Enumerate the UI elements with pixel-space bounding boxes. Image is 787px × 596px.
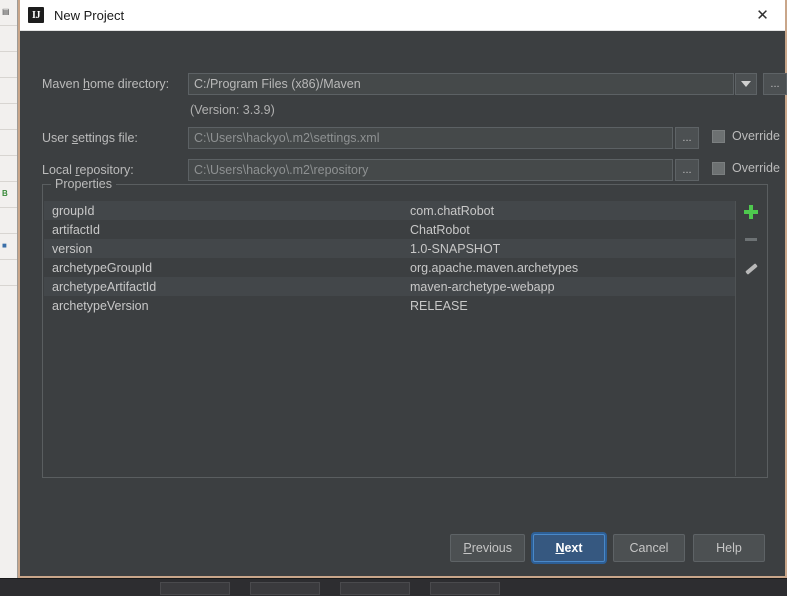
- maven-version-note: (Version: 3.3.9): [190, 103, 275, 117]
- maven-home-directory-input[interactable]: C:/Program Files (x86)/Maven: [188, 73, 734, 95]
- background-row: [0, 52, 17, 78]
- property-value-cell: 1.0-SNAPSHOT: [410, 242, 735, 256]
- close-icon[interactable]: ✕: [740, 0, 785, 30]
- properties-group-box: Properties groupIdcom.chatRobotartifactI…: [42, 184, 768, 478]
- table-row[interactable]: version1.0-SNAPSHOT: [44, 239, 735, 258]
- pencil-icon[interactable]: [743, 258, 759, 274]
- help-button[interactable]: Help: [693, 534, 765, 562]
- background-row: [0, 104, 17, 130]
- table-row[interactable]: archetypeVersionRELEASE: [44, 296, 735, 315]
- taskbar-item: [250, 582, 320, 595]
- background-mark-icon: B: [2, 188, 13, 199]
- property-value-cell: com.chatRobot: [410, 204, 735, 218]
- property-key-cell: archetypeVersion: [44, 299, 410, 313]
- background-row: ■: [0, 234, 17, 260]
- user-settings-browse-button[interactable]: ...: [675, 127, 699, 149]
- user-settings-override-checkbox[interactable]: Override: [712, 129, 780, 143]
- chevron-down-icon: [741, 81, 751, 87]
- checkbox-icon: [712, 162, 725, 175]
- cancel-button[interactable]: Cancel: [613, 534, 685, 562]
- taskbar-item: [340, 582, 410, 595]
- user-settings-file-row: User settings file:: [42, 127, 138, 149]
- local-repository-input[interactable]: C:\Users\hackyo\.m2\repository: [188, 159, 673, 181]
- user-settings-file-input[interactable]: C:\Users\hackyo\.m2\settings.xml: [188, 127, 673, 149]
- user-settings-override-label: Override: [732, 129, 780, 143]
- new-project-dialog: IJ New Project ✕ Maven home directory: C…: [18, 0, 787, 578]
- maven-home-directory-row: Maven home directory:: [42, 73, 169, 95]
- properties-group-label: Properties: [51, 177, 116, 191]
- next-button[interactable]: Next: [533, 534, 605, 562]
- properties-table[interactable]: groupIdcom.chatRobotartifactIdChatRobotv…: [44, 201, 736, 476]
- background-row: [0, 156, 17, 182]
- background-row: [0, 130, 17, 156]
- background-row: B: [0, 182, 17, 208]
- previous-button[interactable]: Previous: [450, 534, 525, 562]
- background-row: [0, 26, 17, 52]
- background-mark-icon: ■: [2, 240, 13, 251]
- maven-home-directory-label: Maven home directory:: [42, 77, 169, 91]
- properties-table-wrapper: groupIdcom.chatRobotartifactIdChatRobotv…: [44, 201, 766, 476]
- background-mark-icon: ▤: [2, 6, 13, 17]
- property-key-cell: version: [44, 242, 410, 256]
- property-key-cell: archetypeGroupId: [44, 261, 410, 275]
- property-value-cell: RELEASE: [410, 299, 735, 313]
- dialog-button-bar: Previous Next Cancel Help: [450, 534, 765, 562]
- property-key-cell: archetypeArtifactId: [44, 280, 410, 294]
- taskbar-item: [160, 582, 230, 595]
- maven-home-dropdown-button[interactable]: [735, 73, 757, 95]
- property-key-cell: artifactId: [44, 223, 410, 237]
- taskbar-item: [430, 582, 500, 595]
- dialog-title-bar: IJ New Project ✕: [20, 0, 785, 31]
- minus-icon[interactable]: [743, 231, 759, 247]
- plus-icon[interactable]: [743, 204, 759, 220]
- property-key-cell: groupId: [44, 204, 410, 218]
- properties-table-toolbar: [736, 201, 766, 476]
- background-window-sliver: ▤ B ■: [0, 0, 18, 578]
- property-value-cell: org.apache.maven.archetypes: [410, 261, 735, 275]
- intellij-logo-icon: IJ: [28, 7, 44, 23]
- background-row: ▤: [0, 0, 17, 26]
- dialog-title: New Project: [54, 8, 124, 23]
- table-row[interactable]: artifactIdChatRobot: [44, 220, 735, 239]
- maven-home-browse-button[interactable]: ...: [763, 73, 787, 95]
- background-taskbar: [0, 578, 787, 596]
- background-row: [0, 208, 17, 234]
- checkbox-icon: [712, 130, 725, 143]
- local-repository-override-checkbox[interactable]: Override: [712, 161, 780, 175]
- desktop-backdrop: ▤ B ■ IJ New Project ✕ Maven home direct…: [0, 0, 787, 596]
- property-value-cell: maven-archetype-webapp: [410, 280, 735, 294]
- local-repository-override-label: Override: [732, 161, 780, 175]
- local-repository-browse-button[interactable]: ...: [675, 159, 699, 181]
- property-value-cell: ChatRobot: [410, 223, 735, 237]
- user-settings-file-label: User settings file:: [42, 131, 138, 145]
- table-row[interactable]: groupIdcom.chatRobot: [44, 201, 735, 220]
- table-row[interactable]: archetypeArtifactIdmaven-archetype-webap…: [44, 277, 735, 296]
- background-row: [0, 260, 17, 286]
- table-row[interactable]: archetypeGroupIdorg.apache.maven.archety…: [44, 258, 735, 277]
- background-row: [0, 78, 17, 104]
- local-repository-label: Local repository:: [42, 163, 134, 177]
- dialog-body: Maven home directory: C:/Program Files (…: [20, 31, 785, 576]
